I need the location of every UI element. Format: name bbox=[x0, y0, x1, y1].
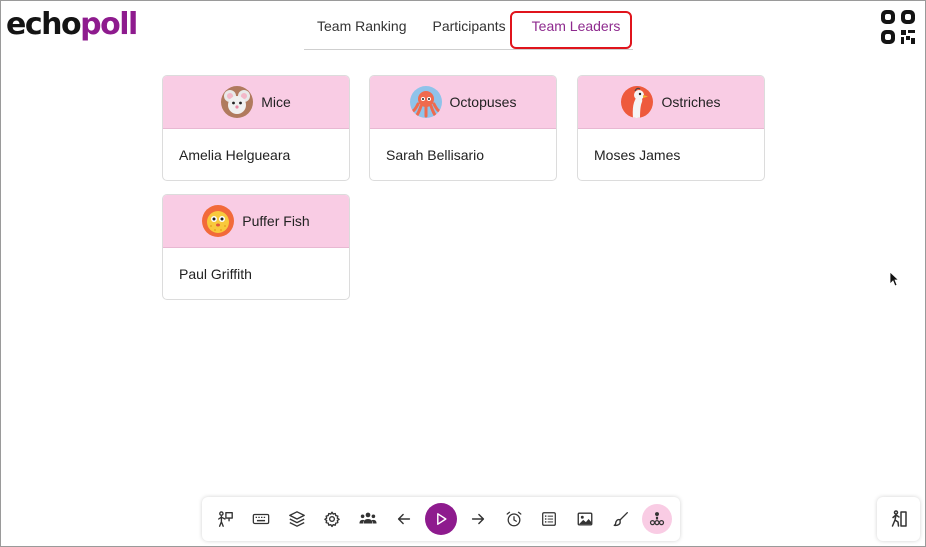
team-name: Octopuses bbox=[449, 94, 517, 110]
team-leader-name: Moses James bbox=[594, 147, 681, 163]
tab-team-ranking[interactable]: Team Ranking bbox=[304, 8, 420, 48]
team-name: Puffer Fish bbox=[242, 213, 310, 229]
layers-icon[interactable] bbox=[282, 504, 312, 534]
arrow-right-icon[interactable] bbox=[463, 504, 493, 534]
puffer-fish-icon bbox=[202, 205, 235, 237]
app-logo: echopoll bbox=[6, 6, 138, 44]
alarm-icon[interactable] bbox=[499, 504, 529, 534]
keyboard-icon[interactable] bbox=[246, 504, 276, 534]
team-card-mice: Mice Amelia Helgueara bbox=[162, 75, 350, 181]
team-card-header: Ostriches bbox=[578, 76, 764, 129]
exit-icon bbox=[891, 510, 907, 527]
play-icon[interactable] bbox=[424, 503, 457, 535]
tab-bar: Team Ranking Participants Team Leaders bbox=[304, 8, 634, 50]
participants-icon[interactable] bbox=[353, 504, 383, 534]
brush-icon[interactable] bbox=[606, 504, 636, 534]
qr-code-icon[interactable] bbox=[880, 9, 916, 45]
team-name: Ostriches bbox=[661, 94, 721, 110]
team-card-puffer-fish: Puffer Fish Paul Griffith bbox=[162, 194, 350, 300]
presentation-toolbar bbox=[202, 497, 680, 541]
team-card-header: Mice bbox=[163, 76, 349, 129]
tab-participants[interactable]: Participants bbox=[420, 8, 519, 48]
arrow-left-icon[interactable] bbox=[389, 504, 419, 534]
exit-button[interactable] bbox=[877, 497, 920, 541]
tab-team-leaders[interactable]: Team Leaders bbox=[519, 8, 634, 48]
logo-poll: poll bbox=[80, 7, 138, 42]
presenter-icon[interactable] bbox=[210, 504, 240, 534]
team-card-octopuses: Octopuses Sarah Bellisario bbox=[369, 75, 557, 181]
image-icon[interactable] bbox=[570, 504, 600, 534]
team-card-header: Puffer Fish bbox=[163, 195, 349, 248]
team-card-header: Octopuses bbox=[370, 76, 556, 129]
mouse-cursor-icon bbox=[889, 271, 899, 287]
team-leader-name: Sarah Bellisario bbox=[386, 147, 485, 163]
team-card-ostriches: Ostriches Moses James bbox=[577, 75, 765, 181]
list-icon[interactable] bbox=[534, 504, 564, 534]
settings-icon[interactable] bbox=[317, 504, 347, 534]
team-leader-name: Paul Griffith bbox=[179, 266, 252, 282]
team-leader-name: Amelia Helgueara bbox=[179, 147, 291, 163]
team-name: Mice bbox=[261, 94, 291, 110]
logo-echo: echo bbox=[6, 7, 82, 42]
ostrich-icon bbox=[621, 86, 654, 118]
ranking-icon[interactable] bbox=[641, 504, 672, 534]
mouse-icon bbox=[221, 86, 254, 118]
octopus-icon bbox=[409, 86, 442, 118]
